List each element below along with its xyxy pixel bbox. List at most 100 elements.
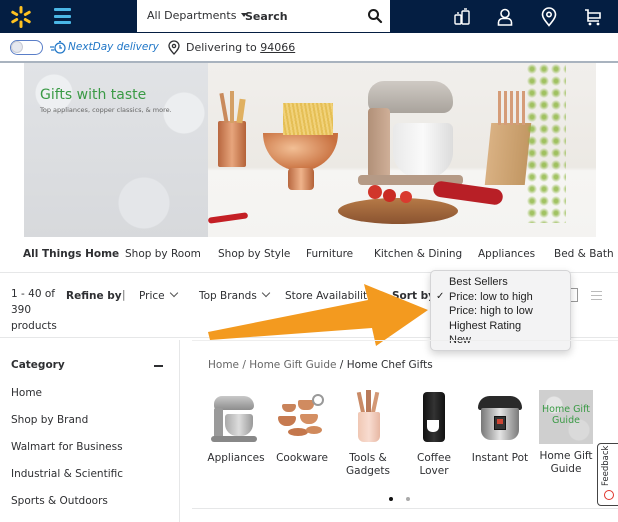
breadcrumb-home[interactable]: Home xyxy=(208,359,239,371)
gift-guide-image-text: Home Gift Guide xyxy=(542,404,590,426)
copper-cookware-image xyxy=(274,390,330,446)
category-nav: All Things Home Shop by Room Shop by Sty… xyxy=(0,237,618,273)
sort-dropdown-menu: Best Sellers ✓ Price: low to high Price: … xyxy=(430,270,571,351)
tile-label: Home Gift Guide xyxy=(539,450,593,475)
reorder-icon[interactable] xyxy=(452,7,472,27)
stand-mixer-image xyxy=(208,390,264,446)
gift-guide-image: Home Gift Guide xyxy=(539,390,593,444)
sort-option-price-high-low[interactable]: Price: high to low xyxy=(431,304,570,319)
filter-top-brands-label: Top Brands xyxy=(199,290,257,302)
count-line-2: 390 xyxy=(11,304,32,316)
filter-price[interactable]: Price xyxy=(139,288,178,302)
coffee-maker-image xyxy=(406,390,462,446)
tile-appliances[interactable]: Appliances xyxy=(203,390,269,465)
nav-all-things-home[interactable]: All Things Home xyxy=(23,248,119,260)
sidebar-item-industrial-scientific[interactable]: Industrial & Scientific xyxy=(11,468,123,480)
nextday-clock-icon xyxy=(50,40,66,54)
nav-appliances[interactable]: Appliances xyxy=(478,248,535,260)
top-header: All Departments xyxy=(0,0,618,33)
sidebar-item-home[interactable]: Home xyxy=(11,387,42,399)
collapse-minus-icon[interactable] xyxy=(154,365,163,367)
feedback-label: Feedback xyxy=(601,445,611,486)
store-locator-icon[interactable] xyxy=(539,7,559,27)
nextday-label[interactable]: NextDay delivery xyxy=(68,41,159,53)
nav-shop-by-style[interactable]: Shop by Style xyxy=(218,248,290,260)
chat-bubble-icon xyxy=(604,490,614,500)
nav-shop-by-room[interactable]: Shop by Room xyxy=(125,248,201,260)
category-heading: Category xyxy=(11,359,65,371)
departments-label: All Departments xyxy=(147,9,237,22)
nextday-toggle[interactable] xyxy=(10,40,43,55)
hero-subtitle: Top appliances, copper classics, & more. xyxy=(40,106,172,114)
sort-by-label[interactable]: Sort by xyxy=(392,290,435,302)
chevron-down-icon xyxy=(261,288,271,298)
toggle-knob xyxy=(11,41,23,53)
sidebar-item-sports-outdoors[interactable]: Sports & Outdoors xyxy=(11,495,108,507)
result-count: 1 - 40 of 390 products xyxy=(11,286,61,334)
separator: | xyxy=(122,289,126,301)
divider xyxy=(192,508,618,509)
walmart-spark-icon[interactable] xyxy=(9,5,33,29)
list-view-icon[interactable] xyxy=(591,291,602,301)
hero-title: Gifts with taste xyxy=(40,87,147,103)
sort-option-label: Best Sellers xyxy=(449,276,508,288)
nav-furniture[interactable]: Furniture xyxy=(306,248,353,260)
nav-bed-bath[interactable]: Bed & Bath xyxy=(554,248,614,260)
tile-label: Appliances xyxy=(207,452,265,464)
carousel-dot[interactable] xyxy=(406,497,410,501)
sort-option-highest-rating[interactable]: Highest Rating xyxy=(431,319,570,334)
tile-instant-pot[interactable]: Instant Pot xyxy=(467,390,533,465)
sidebar-item-walmart-for-business[interactable]: Walmart for Business xyxy=(11,441,123,453)
hamburger-menu-icon[interactable] xyxy=(54,8,71,24)
cart-icon[interactable] xyxy=(583,7,603,27)
search-input[interactable] xyxy=(245,4,360,28)
breadcrumb-separator: / xyxy=(242,359,246,371)
sort-option-price-low-high[interactable]: ✓ Price: low to high xyxy=(431,290,570,305)
delivery-bar: NextDay delivery Delivering to 94066 xyxy=(0,33,618,63)
category-sidebar: Category Home Shop by Brand Walmart for … xyxy=(0,340,180,522)
search-icon[interactable] xyxy=(367,8,383,24)
refine-by-label: Refine by xyxy=(66,290,122,302)
account-icon[interactable] xyxy=(495,7,515,27)
hero-banner[interactable]: Gifts with taste Top appliances, copper … xyxy=(24,63,596,237)
divider xyxy=(192,340,618,341)
sort-option-label: Highest Rating xyxy=(449,319,522,332)
tile-label: Instant Pot xyxy=(471,452,529,464)
hero-kitchen-image xyxy=(207,63,596,237)
carousel-dot-active[interactable] xyxy=(389,497,393,501)
sort-option-label: Price: high to low xyxy=(449,305,533,318)
breadcrumb: Home / Home Gift Guide / Home Chef Gifts xyxy=(208,359,433,371)
checkmark-icon: ✓ xyxy=(436,290,445,302)
nav-kitchen-dining[interactable]: Kitchen & Dining xyxy=(374,248,462,260)
tile-label: Coffee Lover xyxy=(417,452,451,477)
count-line-3: products xyxy=(11,320,57,332)
tile-label: Tools & Gadgets xyxy=(346,452,390,477)
location-pin-icon xyxy=(168,40,180,55)
sort-option-label: Price: low to high xyxy=(449,290,533,303)
instant-pot-image xyxy=(472,390,528,446)
delivery-location[interactable]: Delivering to 94066 xyxy=(186,41,295,54)
sort-option-best-sellers[interactable]: Best Sellers xyxy=(431,275,570,290)
tile-label: Cookware xyxy=(276,452,328,464)
hero-text-panel: Gifts with taste Top appliances, copper … xyxy=(24,63,208,237)
search-bar: All Departments xyxy=(137,0,390,32)
sidebar-item-shop-by-brand[interactable]: Shop by Brand xyxy=(11,414,88,426)
feedback-tab[interactable]: Feedback xyxy=(597,443,618,506)
filter-store-availability-label: Store Availability xyxy=(285,290,374,302)
breadcrumb-separator: / xyxy=(339,359,344,371)
chevron-down-icon xyxy=(169,288,178,298)
filter-price-label: Price xyxy=(139,290,165,302)
tile-tools-gadgets[interactable]: Tools & Gadgets xyxy=(335,390,401,478)
tile-coffee-lover[interactable]: Coffee Lover xyxy=(401,390,467,478)
breadcrumb-current: Home Chef Gifts xyxy=(346,359,433,371)
breadcrumb-home-gift-guide[interactable]: Home Gift Guide xyxy=(249,359,336,371)
count-line-1: 1 - 40 of xyxy=(11,288,55,300)
copper-utensils-image xyxy=(340,390,396,446)
departments-dropdown[interactable]: All Departments xyxy=(147,9,248,22)
tile-home-gift-guide[interactable]: Home Gift Guide Home Gift Guide xyxy=(533,390,599,476)
tile-cookware[interactable]: Cookware xyxy=(269,390,335,465)
zip-code-link[interactable]: 94066 xyxy=(260,41,295,54)
filter-store-availability[interactable]: Store Availability xyxy=(285,290,373,302)
delivering-label: Delivering to xyxy=(186,41,257,54)
filter-top-brands[interactable]: Top Brands xyxy=(199,288,271,302)
